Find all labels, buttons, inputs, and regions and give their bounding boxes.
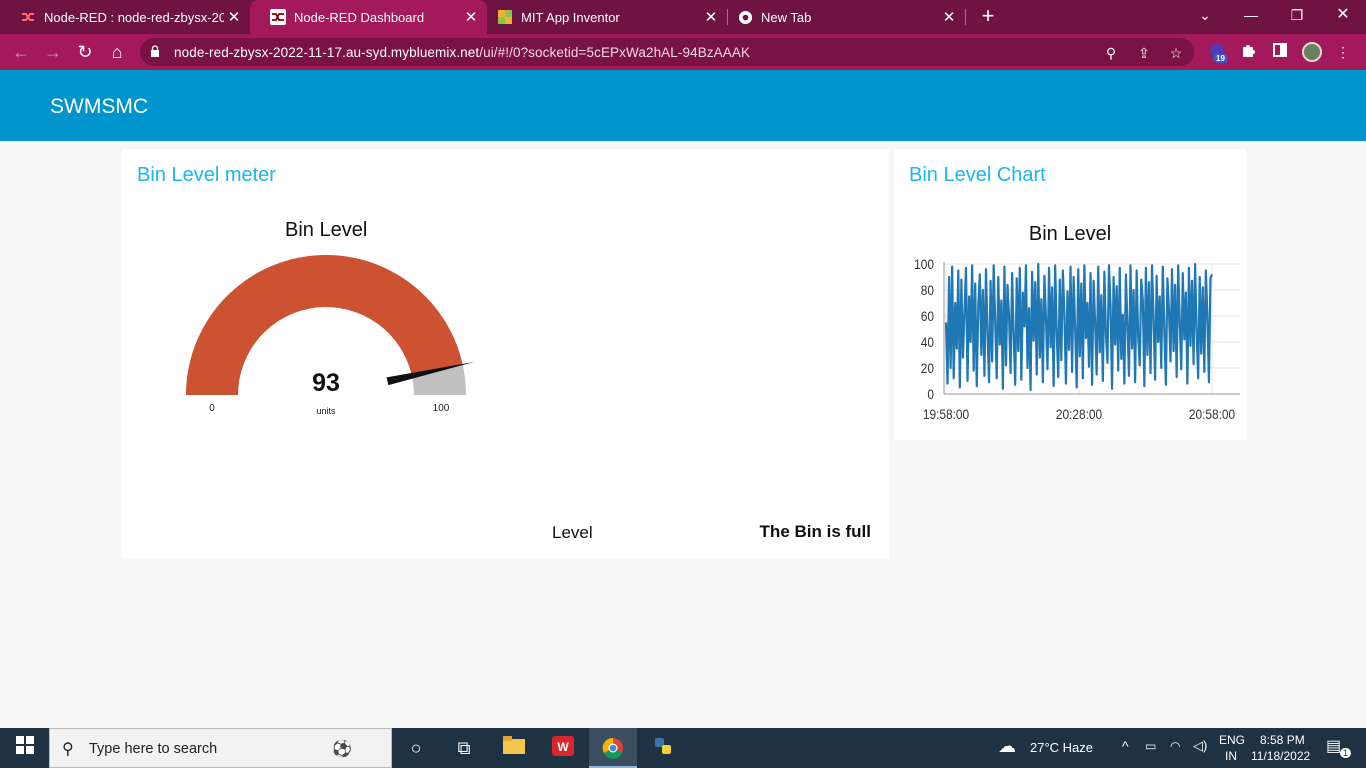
y-tick-label: 0 — [927, 386, 934, 402]
volume-icon[interactable]: ◁) — [1193, 738, 1207, 754]
search-icon: ⚲ — [62, 741, 74, 758]
taskbar-search-box[interactable]: ⚲ Type here to search ⚽ — [49, 728, 392, 768]
weather-text[interactable]: 27°C Haze — [1030, 740, 1093, 755]
chrome-icon — [602, 737, 623, 759]
python-icon[interactable] — [650, 736, 676, 760]
search-placeholder: Type here to search — [89, 741, 218, 757]
y-tick-label: 40 — [921, 334, 934, 350]
clock-time[interactable]: 8:58 PM — [1260, 733, 1305, 747]
x-tick-label: 20:58:00 — [1189, 406, 1235, 422]
task-view-icon[interactable]: ⧉ — [451, 736, 477, 760]
wps-office-icon[interactable]: W — [550, 736, 576, 760]
wifi-icon[interactable]: ◠ — [1170, 739, 1180, 753]
clock-date[interactable]: 11/18/2022 — [1251, 749, 1310, 763]
battery-icon[interactable]: ▭ — [1145, 739, 1156, 753]
y-tick-label: 60 — [921, 308, 934, 324]
search-highlight-icon: ⚽ — [332, 741, 352, 758]
notification-icon[interactable]: ▤ — [1326, 736, 1341, 756]
notification-count: 1 — [1340, 748, 1352, 758]
cortana-icon[interactable]: ○ — [403, 736, 429, 760]
language-bottom[interactable]: IN — [1225, 749, 1237, 763]
weather-icon: ☁ — [998, 736, 1016, 756]
language-top[interactable]: ENG — [1219, 733, 1245, 747]
y-tick-label: 20 — [921, 360, 934, 376]
y-tick-label: 100 — [914, 256, 934, 272]
line-chart: 0 20 40 60 80 100 19:58:00 20:28:00 20:58:00 — [914, 256, 1240, 422]
chrome-taskbar-button[interactable] — [589, 728, 637, 768]
x-tick-label: 20:28:00 — [1056, 406, 1102, 422]
file-explorer-icon[interactable] — [501, 736, 527, 760]
windows-start-icon[interactable] — [12, 736, 38, 760]
x-tick-label: 19:58:00 — [923, 406, 969, 422]
y-tick-label: 80 — [921, 282, 934, 298]
svg-text:W: W — [557, 740, 569, 754]
windows-taskbar: ⚲ Type here to search ⚽ ○ ⧉ W ☁ 27°C Haz… — [0, 728, 1366, 768]
tray-chevron-icon[interactable]: ^ — [1122, 738, 1129, 754]
